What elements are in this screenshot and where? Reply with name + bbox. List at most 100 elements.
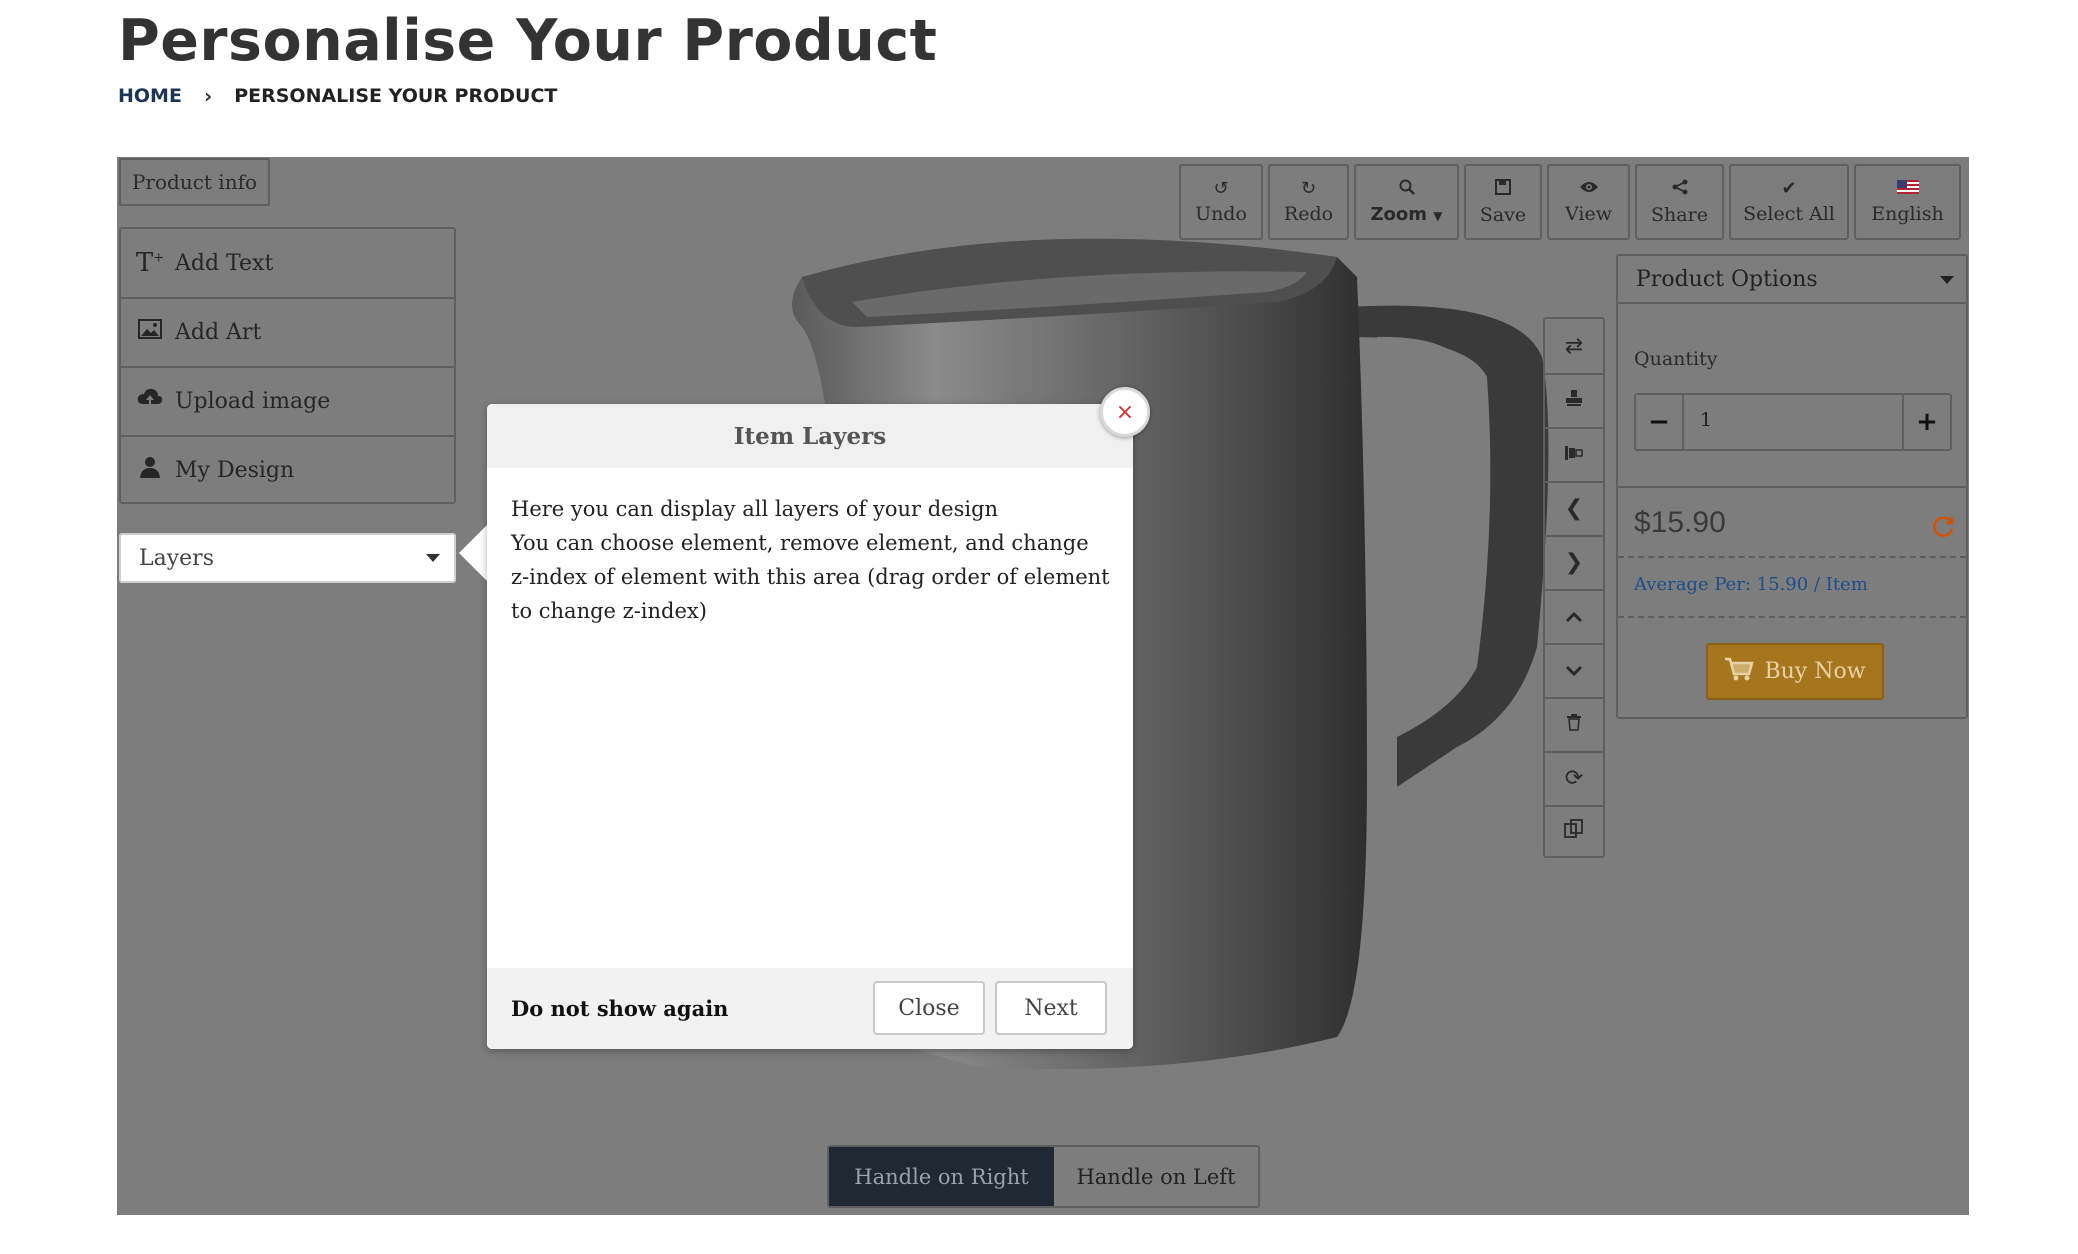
- breadcrumb-current: PERSONALISE YOUR PRODUCT: [234, 85, 558, 107]
- breadcrumb-separator: ›: [203, 84, 213, 108]
- buy-now-button[interactable]: Buy Now: [1706, 643, 1884, 700]
- quantity-decrement-button[interactable]: −: [1636, 395, 1684, 449]
- duplicate-button[interactable]: [1545, 805, 1603, 859]
- reset-button[interactable]: ⟳: [1545, 751, 1603, 807]
- align-button[interactable]: [1545, 427, 1603, 483]
- move-left-button[interactable]: ❮: [1545, 481, 1603, 537]
- language-label: English: [1871, 203, 1944, 225]
- product-options-panel: Product Options Quantity − 1 + $15.90 Av…: [1616, 254, 1968, 719]
- layers-dropdown[interactable]: Layers: [119, 533, 456, 583]
- redo-button[interactable]: ↻ Redo: [1268, 164, 1349, 240]
- popover-line-2: You can choose element, remove element, …: [511, 531, 1110, 623]
- do-not-show-again-link[interactable]: Do not show again: [511, 996, 728, 1021]
- minus-icon: −: [1648, 407, 1670, 437]
- add-art-button[interactable]: Add Art: [121, 298, 454, 368]
- zoom-label: Zoom ▼: [1370, 204, 1443, 225]
- save-label: Save: [1479, 203, 1527, 226]
- eye-icon: [1579, 179, 1599, 199]
- buy-now-label: Buy Now: [1764, 659, 1866, 684]
- select-all-label: Select All: [1743, 203, 1835, 225]
- check-icon: ✔: [1781, 178, 1797, 199]
- next-button[interactable]: Next: [995, 981, 1107, 1035]
- divider: [1618, 616, 1966, 618]
- layers-label: Layers: [139, 545, 214, 571]
- image-icon: [135, 319, 165, 345]
- chevron-left-icon: ❮: [1564, 495, 1584, 521]
- caret-down-icon: [426, 554, 440, 562]
- handle-side-toggle: Handle on Right Handle on Left: [827, 1145, 1260, 1208]
- search-icon: [1399, 179, 1415, 200]
- add-text-icon: T+: [135, 248, 165, 278]
- select-all-button[interactable]: ✔ Select All: [1729, 164, 1849, 240]
- caret-down-icon: ▼: [1433, 209, 1443, 223]
- upload-image-button[interactable]: Upload image: [121, 367, 454, 437]
- view-button[interactable]: View: [1547, 164, 1630, 240]
- user-icon: [135, 456, 165, 484]
- trash-icon: [1566, 712, 1582, 737]
- plus-icon: +: [1916, 407, 1938, 437]
- share-label: Share: [1651, 203, 1708, 226]
- divider: [1618, 556, 1966, 558]
- swap-icon: ⇄: [1564, 333, 1584, 359]
- move-down-button[interactable]: [1545, 643, 1603, 699]
- popover-body: Here you can display all layers of your …: [511, 492, 1111, 628]
- move-up-button[interactable]: [1545, 589, 1603, 645]
- quantity-input[interactable]: 1: [1700, 409, 1712, 431]
- save-button[interactable]: Save: [1464, 164, 1542, 240]
- redo-label: Redo: [1283, 203, 1334, 225]
- undo-icon: ↺: [1213, 178, 1229, 199]
- my-design-button[interactable]: My Design: [121, 436, 454, 504]
- us-flag-icon: [1896, 179, 1919, 199]
- align-icon: [1564, 442, 1584, 467]
- cloud-upload-icon: [135, 388, 165, 414]
- caret-down-icon: [1940, 276, 1954, 284]
- side-menu: T+ Add Text Add Art Upload image My Desi…: [119, 227, 456, 504]
- page-title: Personalise Your Product: [118, 8, 938, 74]
- handle-on-left-button[interactable]: Handle on Left: [1054, 1147, 1258, 1206]
- share-button[interactable]: Share: [1635, 164, 1724, 240]
- refresh-icon: ⟳: [1564, 765, 1584, 791]
- price: $15.90: [1634, 506, 1726, 539]
- chevron-down-icon: [1565, 658, 1583, 683]
- breadcrumb: HOME › PERSONALISE YOUR PRODUCT: [118, 84, 557, 108]
- product-options-title: Product Options: [1636, 266, 1818, 292]
- view-label: View: [1565, 203, 1612, 225]
- language-button[interactable]: English: [1854, 164, 1961, 240]
- copy-icon: [1564, 819, 1584, 845]
- stamp-button[interactable]: [1545, 373, 1603, 429]
- quantity-stepper: − 1 +: [1634, 393, 1952, 451]
- share-icon: [1672, 179, 1688, 200]
- move-right-button[interactable]: ❯: [1545, 535, 1603, 591]
- undo-button[interactable]: ↺ Undo: [1179, 164, 1263, 240]
- handle-on-right-button[interactable]: Handle on Right: [829, 1147, 1054, 1206]
- popover-title: Item Layers: [487, 404, 1133, 468]
- chevron-right-icon: ❯: [1564, 549, 1584, 575]
- quantity-label: Quantity: [1634, 348, 1718, 370]
- cart-icon: [1724, 656, 1755, 688]
- popover-footer: Do not show again Close Next: [487, 968, 1133, 1049]
- popover-arrow: [459, 523, 489, 583]
- upload-image-label: Upload image: [175, 388, 331, 414]
- item-layers-popover: Item Layers Here you can display all lay…: [487, 404, 1133, 1049]
- quantity-increment-button[interactable]: +: [1902, 395, 1950, 449]
- breadcrumb-home-link[interactable]: HOME: [118, 85, 182, 107]
- add-art-label: Add Art: [175, 319, 262, 345]
- stamp-icon: [1565, 388, 1583, 413]
- average-price: Average Per: 15.90 / Item: [1634, 574, 1868, 595]
- floppy-disk-icon: [1495, 178, 1511, 200]
- redo-icon: ↻: [1300, 178, 1317, 199]
- swap-button[interactable]: ⇄: [1545, 319, 1603, 375]
- popover-line-1: Here you can display all layers of your …: [511, 497, 999, 521]
- popover-close-icon[interactable]: ×: [1100, 387, 1150, 437]
- product-info-button[interactable]: Product info: [119, 158, 270, 206]
- divider: [1618, 486, 1966, 488]
- add-text-label: Add Text: [175, 250, 274, 276]
- vertical-toolbar: ⇄ ❮ ❯ ⟳: [1543, 317, 1605, 858]
- loading-spinner-icon: [1931, 514, 1955, 545]
- close-button[interactable]: Close: [873, 981, 985, 1035]
- zoom-button[interactable]: Zoom ▼: [1354, 164, 1459, 240]
- add-text-button[interactable]: T+ Add Text: [121, 229, 454, 299]
- product-options-header[interactable]: Product Options: [1618, 256, 1966, 304]
- undo-label: Undo: [1195, 203, 1247, 225]
- delete-button[interactable]: [1545, 697, 1603, 753]
